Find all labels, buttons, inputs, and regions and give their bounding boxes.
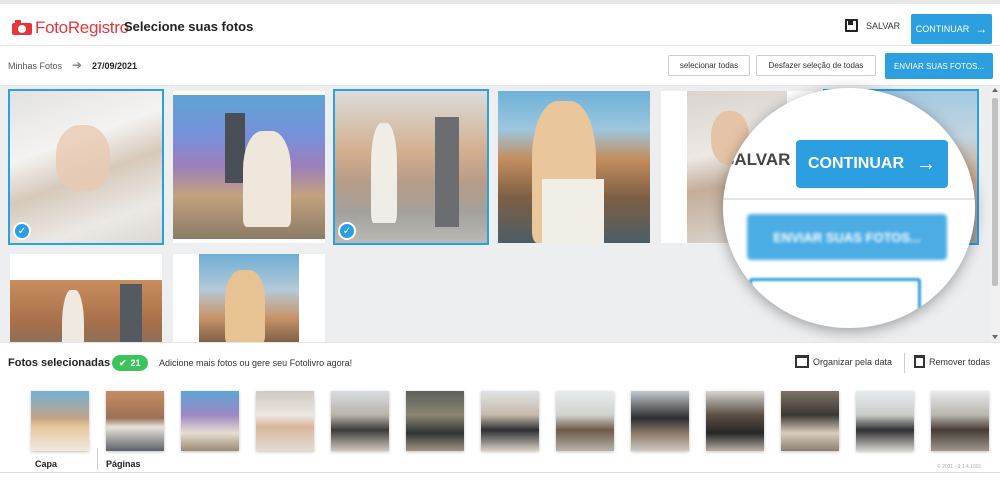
remove-all-button[interactable]: Remover todas <box>914 355 990 368</box>
page-thumbnail[interactable] <box>706 391 764 451</box>
selection-bar: Fotos selecionadas ✔ 21 Adicione mais fo… <box>0 342 1000 382</box>
organize-label: Organizar pela data <box>813 356 893 367</box>
page-thumbnail[interactable] <box>106 391 164 451</box>
remove-label: Remover todas <box>929 356 991 367</box>
scroll-up-icon[interactable] <box>992 88 998 92</box>
photo-4[interactable] <box>498 91 650 243</box>
select-all-button[interactable]: selecionar todas <box>668 55 750 76</box>
photo-7[interactable] <box>10 254 162 342</box>
pages-label: Páginas <box>106 459 141 469</box>
arrow-right-icon: → <box>975 22 988 36</box>
arrow-right-icon: → <box>916 152 936 175</box>
divider <box>97 448 98 470</box>
photo-8[interactable] <box>173 254 325 342</box>
cover-label: Capa <box>35 459 58 469</box>
page-thumbnail[interactable] <box>931 391 989 451</box>
page-thumbnail[interactable] <box>406 391 464 451</box>
page-title: Selecione suas fotos <box>124 19 254 34</box>
upload-photos-button[interactable]: ENVIAR SUAS FOTOS... <box>885 53 993 79</box>
selected-count-badge: ✔ 21 <box>112 355 148 371</box>
version-text: © 2021 - 9.1.4.1001 <box>937 464 982 470</box>
app-logo[interactable]: FotoRegistro <box>12 18 129 38</box>
divider <box>0 472 1000 473</box>
page-thumbnail[interactable] <box>556 391 614 451</box>
scroll-down-icon[interactable] <box>992 335 998 339</box>
page-thumbnail[interactable] <box>181 391 239 451</box>
zoom-upload-button: ENVIAR SUAS FOTOS... <box>747 214 947 260</box>
camera-icon <box>12 20 32 35</box>
calendar-icon <box>795 355 809 368</box>
photo-2[interactable] <box>173 91 325 243</box>
page-thumbnail[interactable] <box>256 391 314 451</box>
toolbar: Minhas Fotos ➔ 27/09/2021 selecionar tod… <box>0 46 1000 86</box>
scroll-thumb[interactable] <box>992 98 998 286</box>
page-thumbnail[interactable] <box>781 391 839 451</box>
page-thumbnail[interactable] <box>481 391 539 451</box>
trash-icon <box>914 355 925 368</box>
zoom-divider <box>723 198 975 200</box>
logo-text: FotoRegistro <box>35 18 129 37</box>
selected-check-icon: ✓ <box>338 222 356 240</box>
zoom-save-label: SALVAR <box>723 150 791 169</box>
page-thumbnail[interactable] <box>631 391 689 451</box>
zoom-magnifier: SALVAR CONTINUAR → ENVIAR SUAS FOTOS... <box>723 88 975 328</box>
selected-photos-title: Fotos selecionadas <box>8 357 111 369</box>
selected-thumbnails-strip: Capa Páginas © 2021 - 9.1.4.1001 <box>0 382 1000 482</box>
top-header: FotoRegistro Selecione suas fotos SALVAR… <box>0 0 1000 46</box>
breadcrumb-root[interactable]: Minhas Fotos <box>8 61 62 71</box>
zoom-continue-button: CONTINUAR → <box>796 140 948 188</box>
selected-count: 21 <box>130 358 141 368</box>
zoom-photo-frame <box>749 278 921 328</box>
check-icon: ✔ <box>119 357 127 368</box>
photo-1[interactable]: ✓ <box>8 89 164 245</box>
organize-by-date-button[interactable]: Organizar pela data <box>795 355 892 368</box>
zoom-continue-label: CONTINUAR <box>808 155 904 172</box>
breadcrumb-current: 27/09/2021 <box>92 61 138 71</box>
floppy-disk-icon <box>845 19 858 32</box>
selected-check-icon: ✓ <box>13 222 31 240</box>
save-button[interactable]: SALVAR <box>845 19 900 32</box>
page-thumbnail[interactable] <box>856 391 914 451</box>
undo-selection-button[interactable]: Desfazer seleção de todas <box>756 55 876 76</box>
continue-label: CONTINUAR <box>915 24 970 34</box>
cover-thumbnail[interactable] <box>31 391 89 451</box>
save-label: SALVAR <box>866 20 901 31</box>
divider <box>904 353 905 373</box>
photo-3[interactable]: ✓ <box>333 89 489 245</box>
breadcrumb-arrow-icon: ➔ <box>72 58 83 72</box>
page-thumbnail[interactable] <box>331 391 389 451</box>
gallery-scrollbar[interactable] <box>990 86 1000 342</box>
selection-message: Adicione mais fotos ou gere seu Fotolivr… <box>159 358 353 368</box>
continue-button[interactable]: CONTINUAR → <box>911 14 992 44</box>
